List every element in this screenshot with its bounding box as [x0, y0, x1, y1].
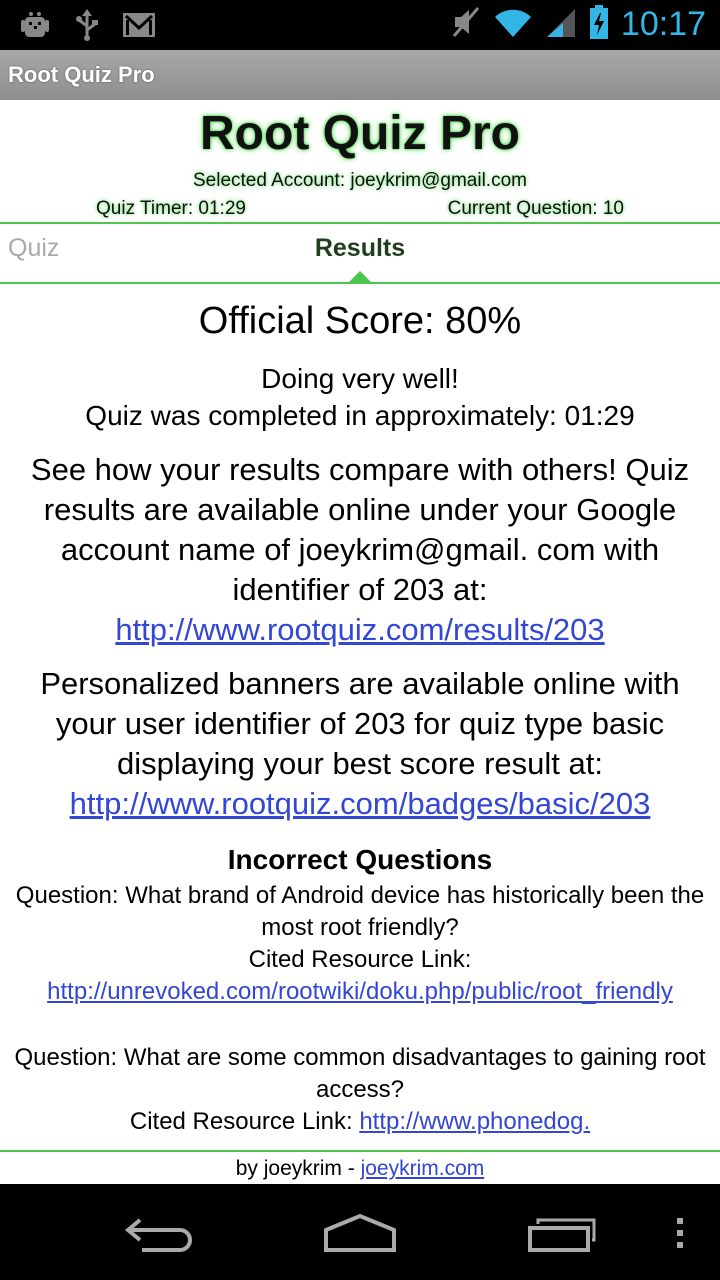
results-link[interactable]: http://www.rootquiz.com/results/203: [115, 612, 604, 647]
active-tab-indicator: [349, 271, 371, 282]
results-content[interactable]: Official Score: 80% Doing very well! Qui…: [0, 296, 720, 1148]
home-icon[interactable]: [322, 1210, 398, 1259]
status-time: 10:17: [620, 5, 706, 43]
compare-section: See how your results compare with others…: [0, 450, 720, 650]
status-left-icons: [18, 8, 156, 42]
cited-resource-link[interactable]: http://unrevoked.com/rootwiki/doku.php/p…: [47, 978, 673, 1005]
compare-text: See how your results compare with others…: [30, 452, 690, 607]
footer: by joeykrim - joeykrim.com: [0, 1150, 720, 1186]
footer-link[interactable]: joeykrim.com: [361, 1157, 485, 1180]
status-bar: 10:17: [0, 0, 720, 50]
page-title: Root Quiz Pro: [200, 107, 520, 160]
banner-section: Personalized banners are available onlin…: [0, 664, 720, 824]
selected-account: Selected Account: joeykrim@gmail.com: [193, 170, 527, 191]
question-text: Question: What brand of Android device h…: [15, 882, 705, 941]
cited-label: Cited Resource Link:: [248, 946, 472, 973]
status-right-icons: 10:17: [451, 4, 706, 45]
incorrect-questions-heading: Incorrect Questions: [227, 844, 493, 875]
score-status: Doing very well!: [261, 363, 459, 394]
banner-text: Personalized banners are available onlin…: [40, 666, 680, 781]
official-score: Official Score: 80%: [198, 300, 522, 342]
signal-icon: [545, 5, 577, 44]
usb-icon: [74, 8, 100, 42]
completion-time: Quiz was completed in approximately: 01:…: [85, 400, 635, 431]
navigation-bar: [0, 1184, 720, 1280]
battery-icon: [589, 4, 609, 45]
incorrect-question-item: Question: What brand of Android device h…: [0, 880, 720, 1008]
mute-icon: [451, 5, 481, 44]
menu-icon[interactable]: [672, 1210, 688, 1259]
android-debug-icon: [18, 8, 52, 42]
tab-bar: Quiz Results: [0, 222, 720, 284]
incorrect-question-item: Question: What are some common disadvant…: [0, 1042, 720, 1138]
question-text: Question: What are some common disadvant…: [14, 1044, 706, 1103]
footer-credit: by joeykrim -: [235, 1157, 361, 1180]
cited-label: Cited Resource Link:: [129, 1108, 360, 1135]
cited-resource-link[interactable]: http://www.phonedog.: [359, 1108, 590, 1135]
wifi-icon: [493, 5, 533, 44]
action-bar-title: Root Quiz Pro: [8, 62, 155, 87]
cited-resource: Cited Resource Link: http://unrevoked.co…: [10, 944, 710, 1008]
quiz-timer: Quiz Timer: 01:29: [96, 198, 246, 219]
gmail-icon: [122, 12, 156, 38]
completion-info: Doing very well! Quiz was completed in a…: [0, 360, 720, 434]
back-icon[interactable]: [122, 1210, 198, 1259]
tab-results[interactable]: Results: [0, 234, 720, 263]
cited-resource: Cited Resource Link: http://www.phonedog…: [10, 1106, 710, 1138]
action-bar: Root Quiz Pro: [0, 50, 720, 100]
badge-link[interactable]: http://www.rootquiz.com/badges/basic/203: [70, 786, 651, 821]
recent-apps-icon[interactable]: [524, 1210, 600, 1259]
current-question: Current Question: 10: [447, 198, 624, 219]
